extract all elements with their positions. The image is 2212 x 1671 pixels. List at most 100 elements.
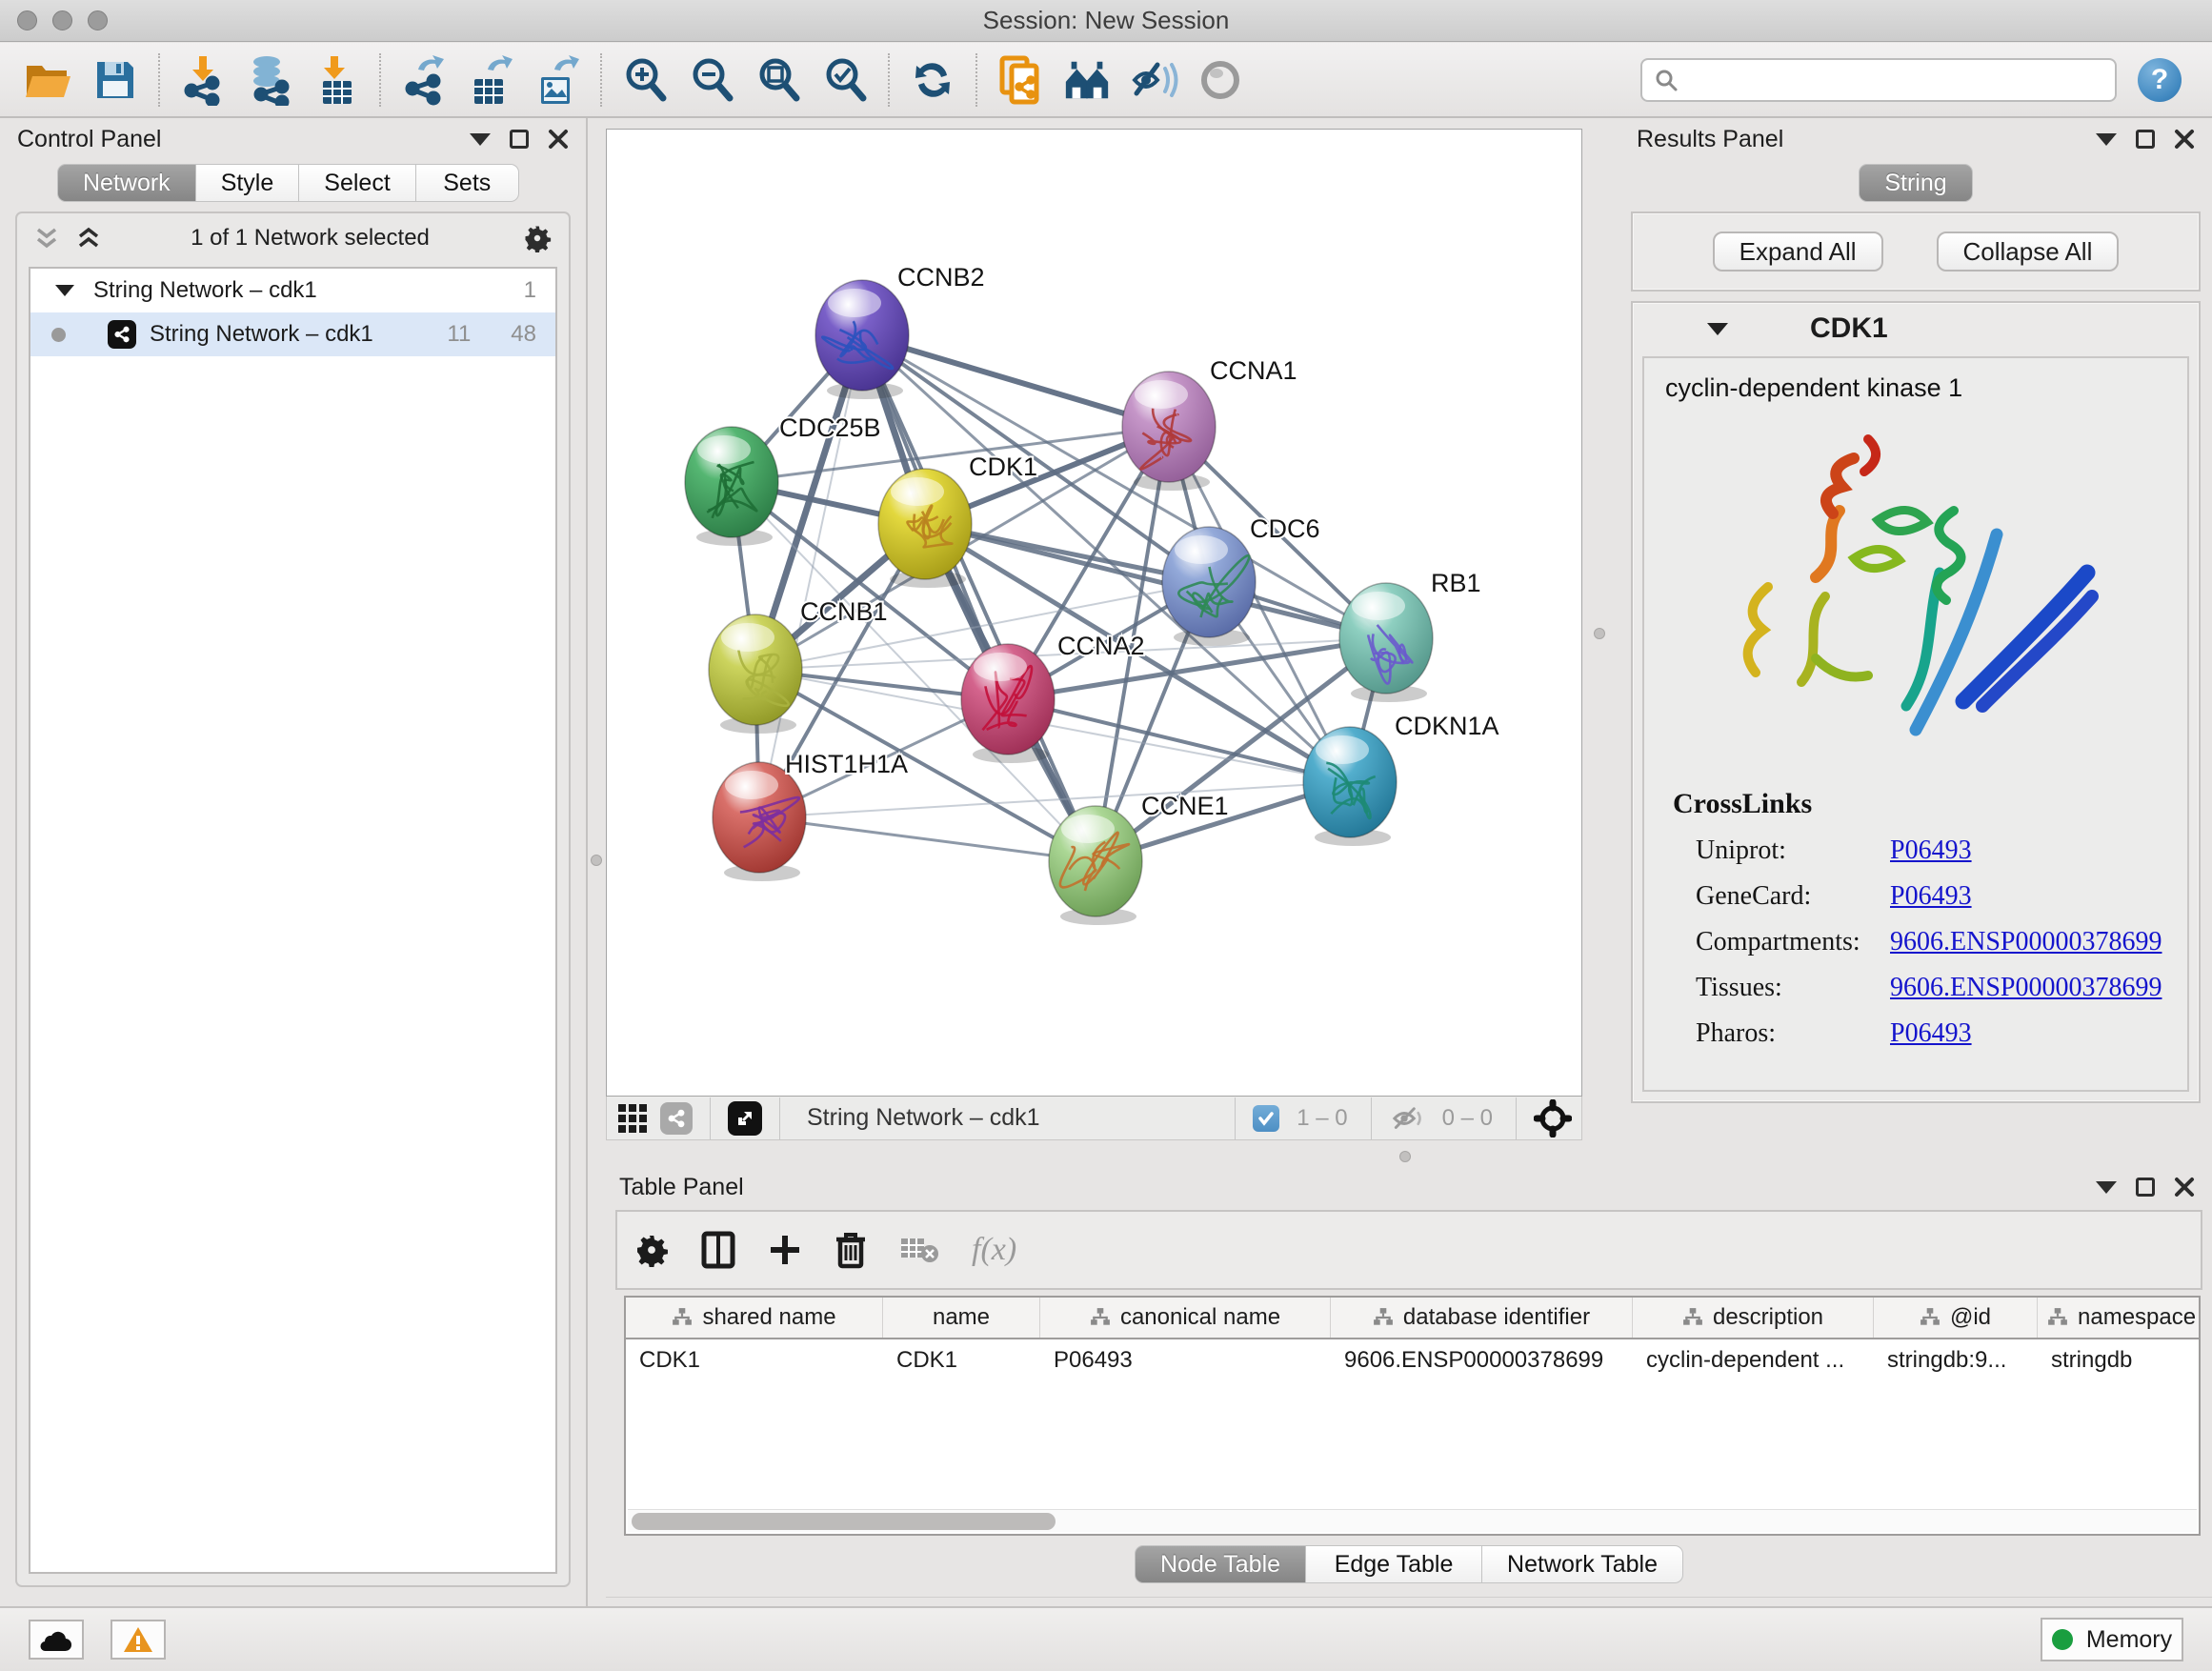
table-options-gear-icon[interactable]: [634, 1233, 669, 1267]
minimize-window-button[interactable]: [52, 10, 72, 30]
collapse-all-icon[interactable]: [34, 227, 59, 250]
crosslink-pharos[interactable]: P06493: [1890, 1018, 1972, 1049]
tree-caret-icon[interactable]: [55, 285, 74, 296]
grid-view-icon[interactable]: [616, 1102, 649, 1135]
expand-all-button[interactable]: Expand All: [1713, 232, 1883, 272]
tab-style[interactable]: Style: [196, 164, 300, 202]
bottom-splitter-handle[interactable]: [1399, 1151, 1411, 1162]
export-table-icon[interactable]: [466, 54, 515, 106]
export-network-icon[interactable]: [399, 54, 449, 106]
cell-name[interactable]: CDK1: [883, 1347, 1040, 1374]
network-edge[interactable]: [759, 817, 1096, 861]
hide-selected-icon[interactable]: [1129, 54, 1178, 106]
function-builder-icon[interactable]: f(x): [972, 1232, 1016, 1268]
first-neighbors-icon[interactable]: [1062, 54, 1112, 106]
cell-description[interactable]: cyclin-dependent ...: [1633, 1347, 1874, 1374]
panel-close-icon[interactable]: [2174, 1177, 2195, 1198]
memory-button[interactable]: Memory: [2041, 1618, 2183, 1661]
network-view-type-icon[interactable]: [660, 1102, 693, 1135]
table-row[interactable]: CDK1 CDK1 P06493 9606.ENSP00000378699 cy…: [626, 1339, 2199, 1381]
show-columns-icon[interactable]: [701, 1231, 735, 1269]
left-splitter-handle[interactable]: [591, 855, 602, 866]
collapse-all-button[interactable]: Collapse All: [1937, 232, 2120, 272]
network-row[interactable]: String Network – cdk1 11 48: [30, 312, 555, 356]
cloud-status-button[interactable]: [29, 1620, 84, 1660]
search-box[interactable]: [1640, 58, 2117, 102]
network-collection-row[interactable]: String Network – cdk1 1: [30, 269, 555, 312]
import-table-icon[interactable]: [312, 54, 361, 106]
panel-close-icon[interactable]: [548, 129, 569, 150]
help-icon[interactable]: ?: [2138, 58, 2182, 102]
section-caret-icon[interactable]: [1707, 323, 1728, 335]
network-node-hist1h1a[interactable]: HIST1H1A: [713, 750, 908, 881]
column-header-database-identifier[interactable]: database identifier: [1331, 1298, 1633, 1338]
birdseye-view-icon[interactable]: [728, 1101, 762, 1136]
zoom-out-icon[interactable]: [687, 54, 736, 106]
zoom-fit-icon[interactable]: [754, 54, 803, 106]
panel-undock-icon[interactable]: [2136, 1178, 2155, 1197]
network-node-cdc25b[interactable]: CDC25B: [685, 413, 881, 546]
crosslink-tissues[interactable]: 9606.ENSP00000378699: [1890, 973, 2162, 1003]
zoom-in-icon[interactable]: [620, 54, 670, 106]
open-folder-icon[interactable]: [24, 54, 73, 106]
refresh-layout-icon[interactable]: [908, 54, 957, 106]
network-node-ccne1[interactable]: CCNE1: [1049, 792, 1229, 925]
right-splitter-handle[interactable]: [1594, 628, 1605, 639]
export-image-icon[interactable]: [533, 54, 582, 106]
delete-column-icon[interactable]: [835, 1231, 867, 1269]
column-header-namespace[interactable]: namespace: [2038, 1298, 2201, 1338]
panel-float-icon[interactable]: [2096, 1181, 2117, 1194]
column-header-canonical-name[interactable]: canonical name: [1040, 1298, 1331, 1338]
network-node-rb1[interactable]: RB1: [1339, 569, 1481, 702]
close-window-button[interactable]: [17, 10, 37, 30]
panel-undock-icon[interactable]: [510, 130, 529, 149]
node-table[interactable]: shared name name canonical name database…: [624, 1296, 2201, 1536]
cell-canonical-name[interactable]: P06493: [1040, 1347, 1331, 1374]
maximize-window-button[interactable]: [88, 10, 108, 30]
panel-undock-icon[interactable]: [2136, 130, 2155, 149]
cell-database-identifier[interactable]: 9606.ENSP00000378699: [1331, 1347, 1633, 1374]
delete-table-icon[interactable]: [899, 1235, 939, 1265]
warning-status-button[interactable]: [111, 1620, 166, 1660]
network-edge[interactable]: [862, 335, 1096, 861]
network-edge[interactable]: [759, 335, 862, 817]
show-all-icon[interactable]: [1196, 54, 1245, 106]
cell-id[interactable]: stringdb:9...: [1874, 1347, 2038, 1374]
cell-namespace[interactable]: stringdb: [2038, 1347, 2201, 1374]
save-icon[interactable]: [90, 54, 140, 106]
column-header-name[interactable]: name: [883, 1298, 1040, 1338]
crosslink-compartments[interactable]: 9606.ENSP00000378699: [1890, 927, 2162, 957]
zoom-selected-icon[interactable]: [820, 54, 870, 106]
scrollbar-thumb[interactable]: [632, 1513, 1056, 1530]
tab-sets[interactable]: Sets: [416, 164, 519, 202]
network-node-cdkn1a[interactable]: CDKN1A: [1303, 712, 1499, 846]
crosslink-genecard[interactable]: P06493: [1890, 881, 1972, 912]
expand-all-icon[interactable]: [76, 227, 101, 250]
tab-string[interactable]: String: [1859, 164, 1972, 202]
import-network-icon[interactable]: [178, 54, 228, 106]
tab-node-table[interactable]: Node Table: [1135, 1545, 1306, 1583]
selected-checkbox-icon[interactable]: [1253, 1105, 1279, 1132]
tab-select[interactable]: Select: [299, 164, 415, 202]
panel-float-icon[interactable]: [470, 133, 491, 146]
import-database-icon[interactable]: [245, 54, 294, 106]
search-input[interactable]: [1686, 67, 2103, 93]
network-canvas[interactable]: CCNB2CCNA1CDC25BCDK1CDC6RB1CCNB1CCNA2CDK…: [606, 129, 1582, 1097]
network-node-ccnb2[interactable]: CCNB2: [815, 263, 985, 399]
cell-shared-name[interactable]: CDK1: [626, 1347, 883, 1374]
panel-float-icon[interactable]: [2096, 133, 2117, 146]
crosslink-uniprot[interactable]: P06493: [1890, 836, 1972, 866]
reset-zoom-crosshair-icon[interactable]: [1534, 1099, 1572, 1137]
network-node-ccna1[interactable]: CCNA1: [1122, 356, 1297, 491]
column-header-shared-name[interactable]: shared name: [626, 1298, 883, 1338]
network-node-cdk1[interactable]: CDK1: [878, 453, 1037, 588]
snapshot-icon[interactable]: [995, 54, 1045, 106]
column-header-description[interactable]: description: [1633, 1298, 1874, 1338]
add-column-icon[interactable]: [768, 1233, 802, 1267]
column-header-id[interactable]: @id: [1874, 1298, 2038, 1338]
network-node-ccnb1[interactable]: CCNB1: [709, 597, 888, 734]
gear-icon[interactable]: [523, 224, 552, 252]
horizontal-scrollbar[interactable]: [628, 1509, 2197, 1532]
panel-close-icon[interactable]: [2174, 129, 2195, 150]
tab-edge-table[interactable]: Edge Table: [1306, 1545, 1482, 1583]
